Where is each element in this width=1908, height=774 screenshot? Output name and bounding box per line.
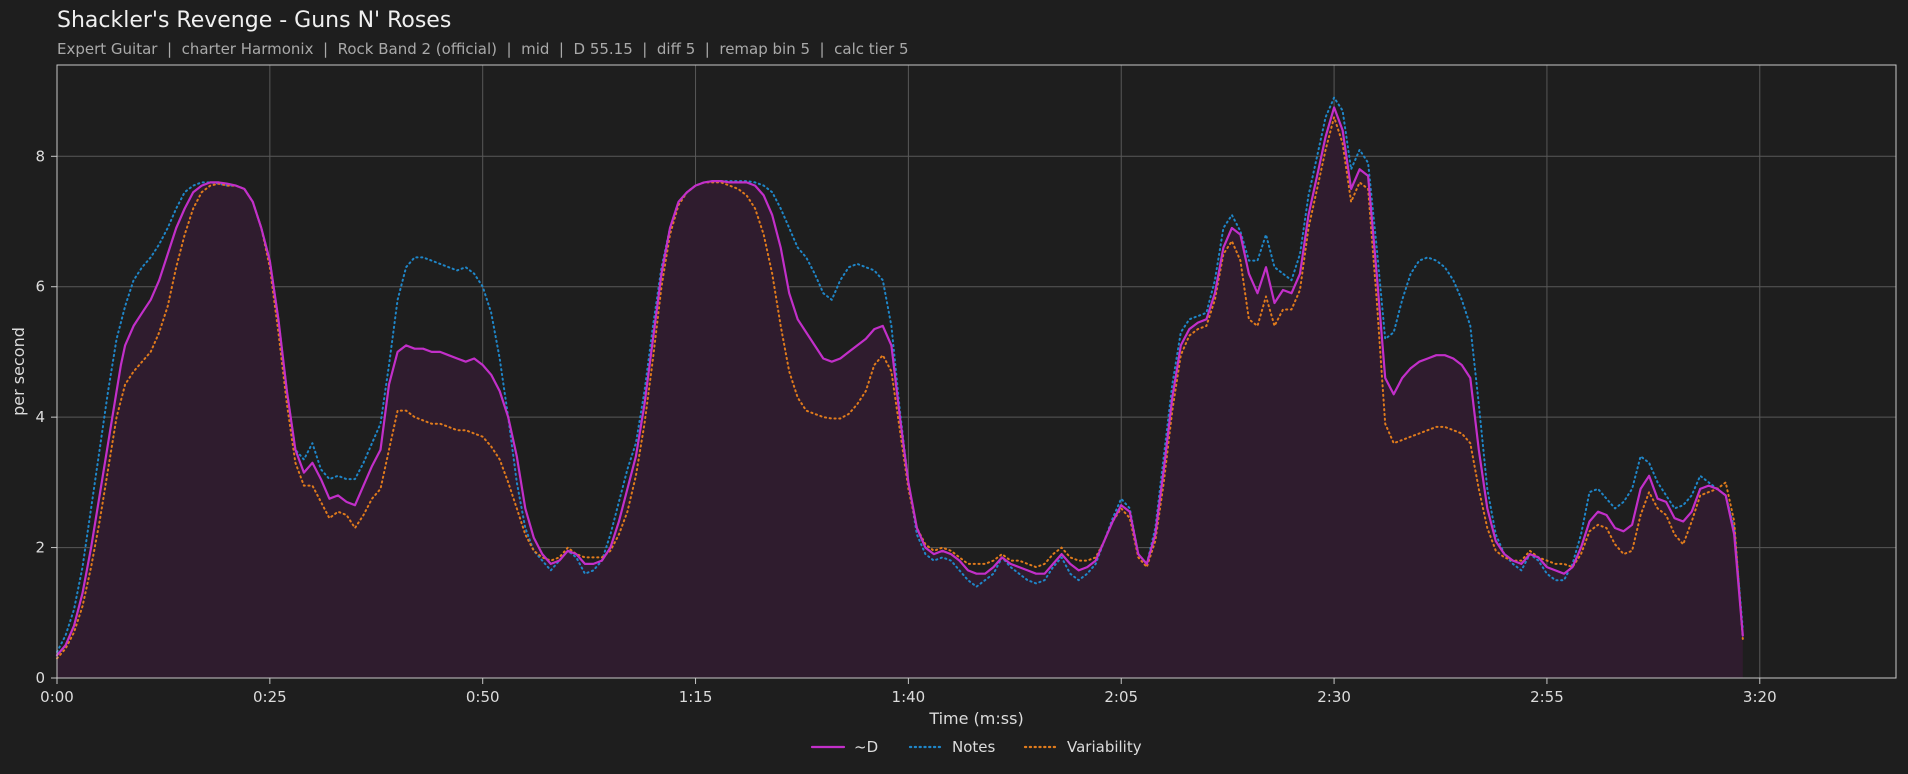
x-axis: 0:00 0:25 0:50 1:15 1:40 2:05 2:30 2:55 3:20 — [40, 678, 1777, 706]
y-tick-label: 2 — [35, 539, 45, 557]
y-tick-label: 6 — [35, 278, 45, 296]
y-axis-label: per second — [9, 327, 28, 416]
x-tick-label: 3:20 — [1743, 688, 1777, 706]
x-tick-label: 2:55 — [1530, 688, 1564, 706]
legend-label-notes: Notes — [952, 738, 996, 756]
x-tick-label: 1:15 — [679, 688, 713, 706]
x-tick-label: 1:40 — [892, 688, 926, 706]
x-tick-label: 2:05 — [1104, 688, 1138, 706]
x-tick-label: 0:25 — [253, 688, 287, 706]
y-tick-label: 8 — [35, 147, 45, 165]
legend: ~D Notes Variability — [810, 738, 1142, 756]
legend-label-d: ~D — [854, 738, 878, 756]
y-tick-label: 4 — [35, 408, 45, 426]
x-tick-label: 0:50 — [466, 688, 500, 706]
x-axis-label: Time (m:ss) — [928, 709, 1023, 728]
y-axis: 0 2 4 6 8 — [35, 147, 57, 687]
x-tick-label: 0:00 — [40, 688, 74, 706]
x-tick-label: 2:30 — [1317, 688, 1351, 706]
legend-label-variability: Variability — [1067, 738, 1142, 756]
y-tick-label: 0 — [35, 669, 45, 687]
chart: 0:00 0:25 0:50 1:15 1:40 2:05 2:30 2:55 3:20 0 2 4… — [9, 64, 1897, 756]
